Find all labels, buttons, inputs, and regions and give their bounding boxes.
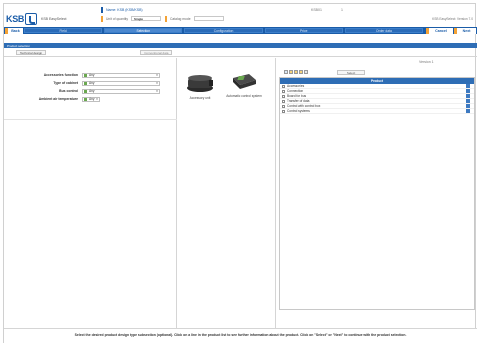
chevron-down-icon: ▾ bbox=[156, 89, 158, 93]
quantity-unit-select[interactable]: Single bbox=[131, 16, 161, 21]
criteria-row: Ambient air temperature Any ▾ bbox=[4, 96, 177, 102]
cancel-button[interactable]: Cancel bbox=[426, 27, 454, 34]
product-tile[interactable]: Accessory unit bbox=[180, 72, 220, 100]
check-icon bbox=[84, 73, 87, 77]
catalog-mode-setting: Catalog mode bbox=[165, 15, 224, 22]
quantity-unit-label: Unit of quantity bbox=[106, 16, 128, 21]
info-icon[interactable] bbox=[466, 104, 470, 108]
chevron-down-icon: ▾ bbox=[96, 97, 98, 101]
product-label: Accessory unit bbox=[189, 96, 211, 100]
list-item-label: Transfer of data bbox=[287, 99, 310, 103]
list-view-icon[interactable] bbox=[284, 70, 288, 74]
tab-price[interactable]: Price bbox=[264, 28, 343, 33]
criteria-label: Ambient air temperature bbox=[38, 97, 78, 101]
list-item[interactable]: Control systems bbox=[280, 109, 474, 114]
product-list: Product Accessories Connection Board for… bbox=[279, 77, 475, 310]
quantity-unit-setting: Unit of quantity Single bbox=[101, 15, 161, 22]
criteria-row: Type of cabinet Any ▾ bbox=[4, 80, 177, 86]
tab-order-data[interactable]: Order data bbox=[344, 28, 424, 33]
section-title: Product selection bbox=[7, 44, 31, 48]
row-checkbox[interactable] bbox=[282, 94, 285, 98]
check-icon bbox=[84, 89, 87, 93]
app-window: KSB KSB EasySelect Name: KSB (KSB/KSB) K… bbox=[3, 3, 477, 344]
select-button[interactable]: Select bbox=[337, 70, 365, 75]
criteria-value: Any bbox=[89, 89, 95, 93]
row-checkbox[interactable] bbox=[282, 104, 285, 108]
info-icon[interactable] bbox=[466, 99, 470, 103]
user-name-label: Name: KSB (KSB/KSB) bbox=[106, 7, 143, 12]
criteria-label: Accessories function bbox=[43, 73, 78, 77]
list-tool-icons bbox=[284, 70, 308, 74]
criteria-dropdown[interactable]: Any ▾ bbox=[82, 72, 160, 78]
conventional-data-button[interactable]: Conventional data bbox=[140, 50, 173, 55]
criteria-dropdown[interactable]: Any ▾ bbox=[82, 96, 100, 102]
version-hint: KSB EasySelect: Version 7.0 bbox=[432, 16, 473, 21]
project-count-label: 1 bbox=[341, 7, 343, 12]
tab-field[interactable]: Field bbox=[24, 28, 103, 33]
product-panel: Accessory unit Automatic control system bbox=[178, 58, 276, 328]
list-item-label: Control with control box bbox=[287, 104, 321, 108]
info-icon[interactable] bbox=[466, 109, 470, 113]
instruction-footer: Select the desired product design type s… bbox=[4, 328, 477, 344]
next-button[interactable]: Next bbox=[454, 27, 477, 34]
view-toolbar: Technical design Conventional data bbox=[4, 49, 477, 57]
product-list-panel: Select Product Accessories Connection Bo… bbox=[277, 58, 477, 328]
row-checkbox[interactable] bbox=[282, 84, 285, 88]
tab-selection[interactable]: Selection bbox=[104, 28, 183, 33]
list-item-label: Connection bbox=[287, 89, 304, 93]
instruction-text: Select the desired product design type s… bbox=[74, 333, 407, 337]
criteria-label: Type of cabinet bbox=[53, 81, 78, 85]
technical-design-button[interactable]: Technical design bbox=[16, 50, 47, 55]
info-icon[interactable] bbox=[466, 84, 470, 88]
section-title-bar: Product selection bbox=[4, 43, 477, 48]
folder-icon[interactable] bbox=[289, 70, 293, 74]
wizard-navigation: Back Field Selection Configuration Price… bbox=[4, 27, 477, 34]
criteria-value: Any bbox=[89, 81, 95, 85]
export-icon[interactable] bbox=[299, 70, 303, 74]
check-icon bbox=[84, 81, 87, 85]
catalog-mode-select[interactable] bbox=[193, 16, 224, 21]
chevron-down-icon: ▾ bbox=[156, 81, 158, 85]
project-id-label: KSB01 bbox=[311, 7, 322, 12]
folder-open-icon[interactable] bbox=[294, 70, 298, 74]
info-icon[interactable] bbox=[466, 89, 470, 93]
print-icon[interactable] bbox=[304, 70, 308, 74]
check-icon bbox=[84, 97, 87, 101]
row-checkbox[interactable] bbox=[282, 99, 285, 103]
ksb-logo: KSB bbox=[6, 11, 37, 26]
criteria-row: Accessories function Any ▾ bbox=[4, 72, 177, 78]
back-button[interactable]: Back bbox=[5, 27, 23, 34]
criteria-dropdown[interactable]: Any ▾ bbox=[82, 80, 160, 86]
header-info-bar: Name: KSB (KSB/KSB) KSB01 1 Version 1 bbox=[101, 6, 477, 64]
divider bbox=[4, 119, 177, 120]
info-icon[interactable] bbox=[466, 94, 470, 98]
list-item-label: Accessories bbox=[287, 84, 305, 88]
control-system-image bbox=[229, 70, 259, 92]
criteria-value: Any bbox=[89, 73, 95, 77]
row-checkbox[interactable] bbox=[282, 109, 285, 113]
tab-configuration[interactable]: Configuration bbox=[184, 28, 263, 33]
list-item-label: Control systems bbox=[287, 109, 310, 113]
header-settings-bar: Unit of quantity Single Catalog mode KSB… bbox=[101, 15, 477, 22]
criteria-label: Bus control bbox=[59, 89, 78, 93]
criteria-dropdown[interactable]: Any ▾ bbox=[82, 88, 160, 94]
app-name: KSB EasySelect bbox=[41, 17, 67, 21]
chevron-down-icon: ▾ bbox=[156, 73, 158, 77]
product-label: Automatic control system bbox=[226, 94, 262, 98]
catalog-mode-label: Catalog mode bbox=[170, 16, 191, 21]
criteria-row: Bus control Any ▾ bbox=[4, 88, 177, 94]
row-checkbox[interactable] bbox=[282, 89, 285, 93]
accent-mark bbox=[101, 6, 103, 13]
logo-mark-icon bbox=[25, 12, 37, 25]
criteria-panel: Accessories function Any ▾ Type of cabin… bbox=[4, 58, 177, 328]
product-tile[interactable]: Automatic control system bbox=[224, 70, 264, 98]
accessory-unit-image bbox=[185, 72, 215, 94]
logo-text: KSB bbox=[6, 13, 25, 24]
list-item-label: Board for bus bbox=[287, 94, 307, 98]
